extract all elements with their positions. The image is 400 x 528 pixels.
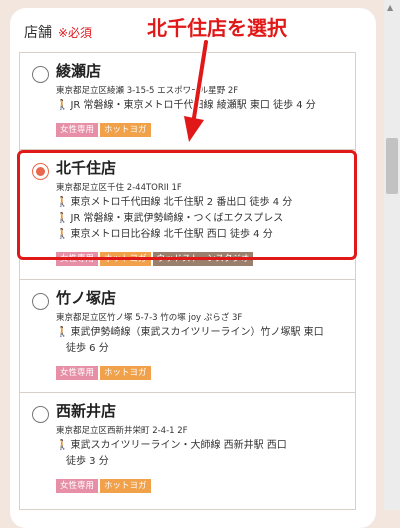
store-tags: 女性専用 ホットヨガ [56, 473, 347, 493]
store-label-text: 店舗 [24, 25, 52, 41]
store-name: 西新井店 [56, 402, 117, 420]
triangle-up-icon[interactable]: ▲ [387, 3, 393, 12]
store-option-nishiarai[interactable]: 西新井店 東京都足立区西新井栄町 2-4-1 2F 🚶 東武スカイツリーライン・大… [19, 393, 356, 510]
tag-women-only: 女性専用 [56, 123, 99, 137]
scroll-thumb[interactable] [386, 138, 398, 194]
store-tags: 女性専用 ホットヨガ [56, 360, 347, 380]
required-mark: ※必須 [58, 26, 93, 40]
tag-hot-yoga: ホットヨガ [100, 366, 151, 380]
tag-women-only: 女性専用 [56, 479, 99, 493]
selection-highlight-box [17, 150, 357, 260]
access-line: 🚶 東武伊勢崎線（東武スカイツリーライン）竹ノ塚駅 東口 [56, 327, 324, 338]
tag-women-only: 女性専用 [56, 366, 99, 380]
radio-button[interactable] [32, 293, 49, 310]
store-name: 竹ノ塚店 [56, 289, 117, 307]
walking-person-icon: 🚶 [56, 440, 69, 451]
store-option-takenotsuka[interactable]: 竹ノ塚店 東京都足立区竹ノ塚 5-7-3 竹の塚 joy ぷらざ 3F 🚶 東武伊… [19, 280, 356, 393]
radio-button[interactable] [32, 406, 49, 423]
access-line: 徒歩 3 分 [66, 456, 109, 467]
store-address: 東京都足立区竹ノ塚 5-7-3 竹の塚 joy ぷらざ 3F [56, 313, 243, 323]
tag-hot-yoga: ホットヨガ [100, 123, 151, 137]
annotation-text: 北千住店を選択 [147, 16, 287, 40]
store-field-label: 店舗 ※必須 [24, 22, 92, 42]
radio-button[interactable] [32, 66, 49, 83]
tag-hot-yoga: ホットヨガ [100, 479, 151, 493]
annotation-arrow-icon [182, 40, 210, 144]
access-line: 🚶 東武スカイツリーライン・大師線 西新井駅 西口 [56, 440, 287, 451]
access-line: 徒歩 6 分 [66, 343, 109, 354]
walking-person-icon: 🚶 [56, 100, 69, 111]
store-address: 東京都足立区西新井栄町 2-4-1 2F [56, 426, 188, 436]
walking-person-icon: 🚶 [56, 327, 69, 338]
vertical-scrollbar[interactable]: ▲ [384, 0, 400, 510]
